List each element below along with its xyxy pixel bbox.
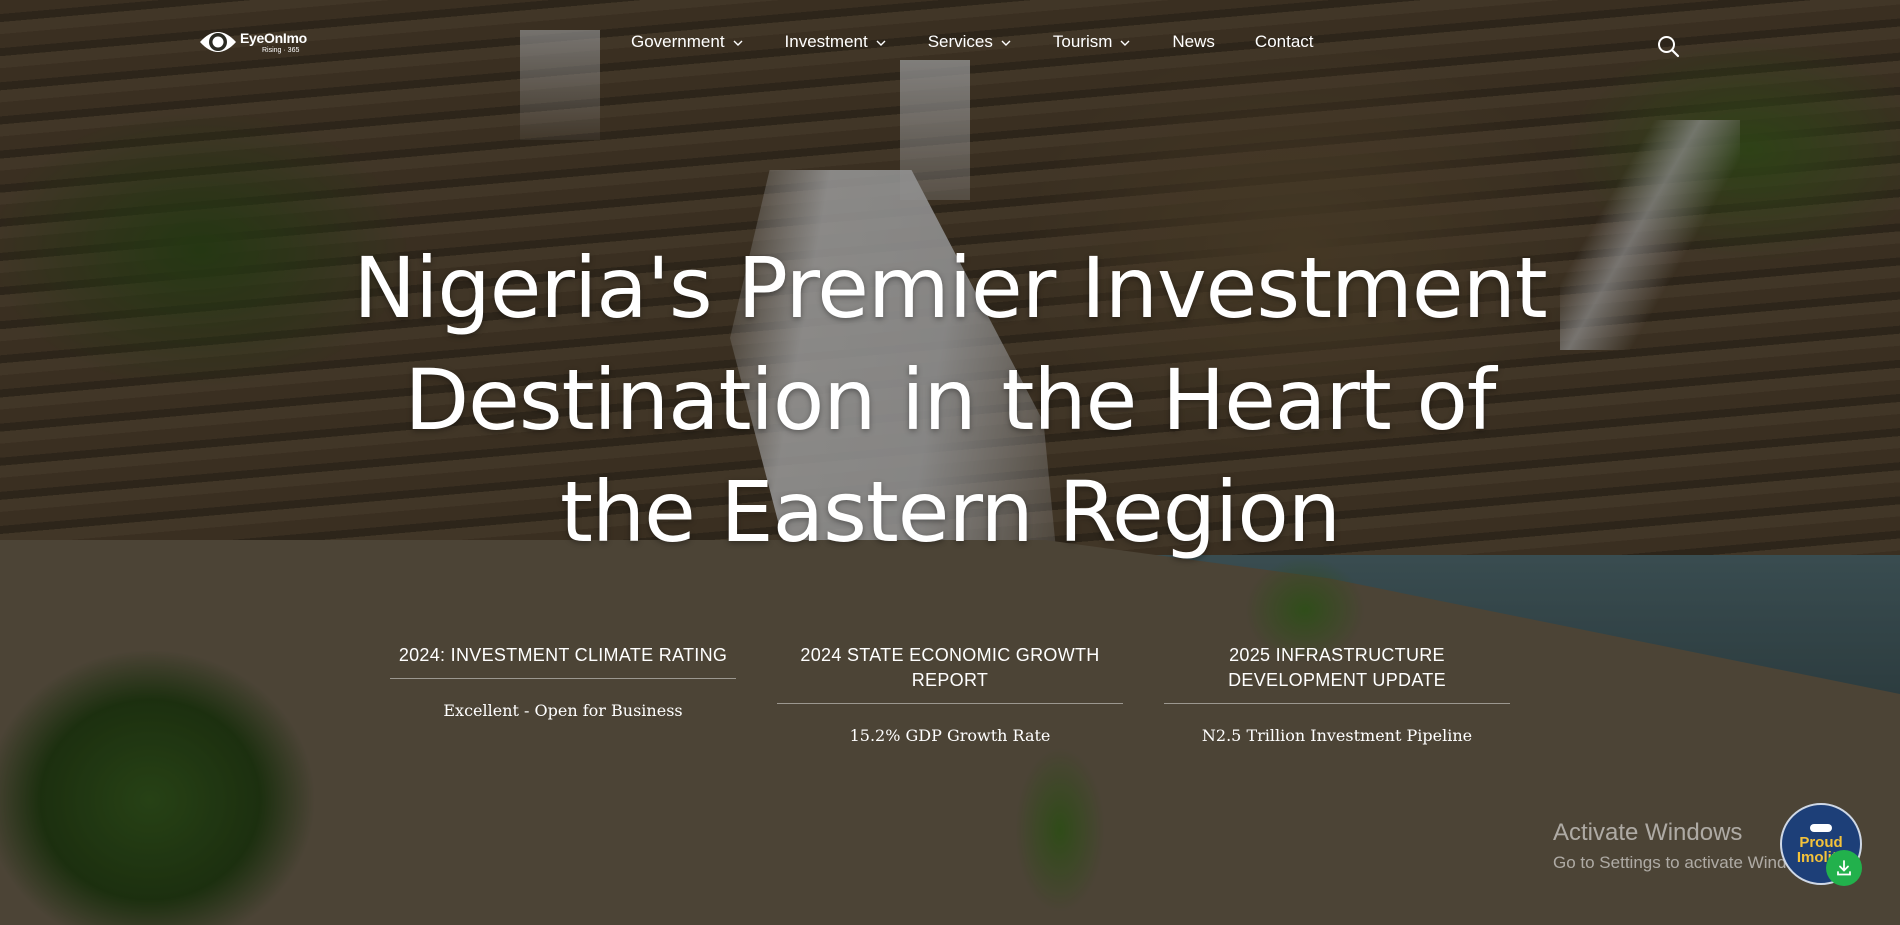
- logo-name: EyeOnImo: [240, 29, 307, 46]
- hero-line-2: Destination in the Heart of: [404, 351, 1496, 449]
- chevron-down-icon: [1120, 38, 1130, 49]
- download-icon: [1837, 860, 1851, 876]
- nav-item-services[interactable]: Services: [928, 32, 1011, 52]
- nav-item-investment[interactable]: Investment: [785, 32, 886, 52]
- logo-tagline: Rising · 365: [262, 46, 300, 54]
- chevron-down-icon: [733, 38, 743, 49]
- stat-value: 15.2% GDP Growth Rate: [849, 726, 1051, 745]
- stats-row: 2024: INVESTMENT CLIMATE RATING Excellen…: [390, 643, 1510, 745]
- search-icon[interactable]: [1656, 34, 1680, 58]
- chevron-down-icon: [1001, 38, 1011, 49]
- badge-line-1: Proud: [1799, 833, 1843, 851]
- nav-item-label: Investment: [784, 32, 868, 51]
- stat-economic-growth: 2024 STATE ECONOMIC GROWTH REPORT 15.2% …: [777, 643, 1123, 745]
- chevron-down-icon: [876, 38, 886, 49]
- hero-line-1: Nigeria's Premier Investment: [353, 239, 1547, 337]
- stat-heading: 2024: INVESTMENT CLIMATE RATING: [390, 643, 736, 679]
- nav-item-label: Contact: [1254, 32, 1314, 51]
- nav-item-tourism[interactable]: Tourism: [1053, 32, 1131, 52]
- hero-line-3: the Eastern Region: [559, 463, 1341, 561]
- stat-investment-climate: 2024: INVESTMENT CLIMATE RATING Excellen…: [390, 643, 736, 745]
- stat-heading: 2025 INFRASTRUCTURE DEVELOPMENT UPDATE: [1164, 643, 1510, 704]
- site-logo[interactable]: EyeOnImo Rising · 365: [198, 24, 307, 60]
- download-button[interactable]: [1826, 850, 1862, 886]
- stat-infrastructure: 2025 INFRASTRUCTURE DEVELOPMENT UPDATE N…: [1164, 643, 1510, 745]
- hero-headline: Nigeria's Premier Investment Destination…: [320, 232, 1580, 568]
- nav-item-contact[interactable]: Contact: [1255, 32, 1314, 52]
- stat-value: N2.5 Trillion Investment Pipeline: [1201, 726, 1473, 745]
- nav-item-news[interactable]: News: [1172, 32, 1215, 52]
- nav-item-label: Tourism: [1052, 32, 1113, 51]
- top-navigation: EyeOnImo Rising · 365 Government Investm…: [0, 0, 1900, 86]
- stat-value: Excellent - Open for Business: [443, 701, 683, 720]
- nav-item-label: Government: [631, 32, 725, 51]
- badge-logo-icon: [1810, 823, 1832, 832]
- stat-heading: 2024 STATE ECONOMIC GROWTH REPORT: [777, 643, 1123, 704]
- main-menu: Government Investment Services Tourism N…: [631, 32, 1354, 52]
- nav-item-government[interactable]: Government: [631, 32, 743, 52]
- nav-item-label: News: [1172, 32, 1215, 51]
- eye-logo-icon: [198, 24, 238, 60]
- nav-item-label: Services: [927, 32, 993, 51]
